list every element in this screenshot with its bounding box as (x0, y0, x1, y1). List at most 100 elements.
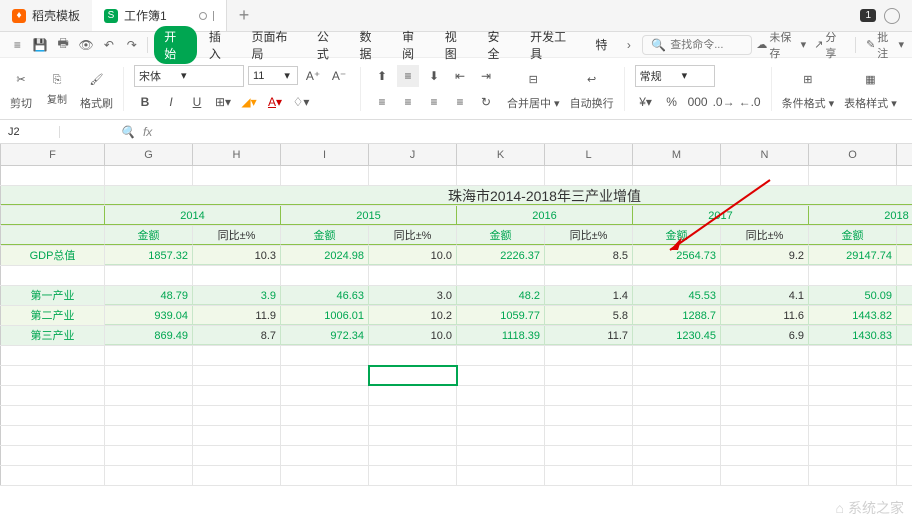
table-style-group[interactable]: ▦ 表格样式 ▾ (844, 67, 897, 111)
col-header-F[interactable]: F (1, 144, 105, 165)
font-size-select[interactable]: 11▾ (248, 66, 298, 85)
cond-format-group[interactable]: ⊞ 条件格式 ▾ (782, 67, 835, 111)
data-cell[interactable]: 50.09 (809, 286, 897, 305)
data-cell[interactable]: 1430.83 (809, 326, 897, 345)
new-tab-button[interactable]: + (227, 5, 262, 26)
highlight-button[interactable]: ♢▾ (290, 91, 312, 113)
align-right-icon[interactable]: ≡ (423, 91, 445, 113)
menu-insert[interactable]: 插入 (201, 26, 240, 64)
data-cell[interactable]: 0.3 (897, 286, 912, 305)
annotate-button[interactable]: ✎批注▾ (866, 29, 904, 61)
number-format-select[interactable]: 常规▾ (635, 65, 715, 87)
col-header-N[interactable]: N (721, 144, 809, 165)
fill-color-button[interactable]: ◢▾ (238, 91, 260, 113)
col-header-G[interactable]: G (105, 144, 193, 165)
cell-reference-box[interactable]: J2 (0, 126, 60, 138)
format-painter-group[interactable]: 🖌 格式刷 (80, 67, 113, 111)
data-cell[interactable]: 1006.01 (281, 306, 369, 325)
col-header-J[interactable]: J (369, 144, 457, 165)
selected-cell[interactable] (369, 366, 457, 385)
menu-formula[interactable]: 公式 (309, 26, 348, 64)
data-cell[interactable]: 10.2 (369, 306, 457, 325)
data-cell[interactable]: 5.8 (545, 306, 633, 325)
save-icon[interactable]: 💾 (31, 35, 50, 55)
indent-decrease-icon[interactable]: ⇤ (449, 65, 471, 87)
border-button[interactable]: ⊞▾ (212, 91, 234, 113)
print-icon[interactable]: 🖶 (54, 35, 73, 55)
data-cell[interactable]: 8.5 (545, 246, 633, 265)
data-cell[interactable]: 48.79 (105, 286, 193, 305)
align-bottom-icon[interactable]: ⬇ (423, 65, 445, 87)
decimal-increase-icon[interactable]: .0→ (713, 91, 735, 113)
notification-badge[interactable]: 1 (860, 9, 876, 22)
font-increase-icon[interactable]: A⁺ (302, 65, 324, 87)
cut-group[interactable]: ✂ 剪切 (8, 67, 34, 111)
data-grid[interactable]: 珠海市2014-2018年三产业增值20142015201620172018金额… (0, 166, 912, 486)
col-header-H[interactable]: H (193, 144, 281, 165)
undo-icon[interactable]: ↶ (100, 35, 119, 55)
data-cell[interactable]: 4.1 (721, 286, 809, 305)
data-cell[interactable]: 3.0 (369, 286, 457, 305)
data-cell[interactable]: 29147.74 (809, 246, 897, 265)
font-name-select[interactable]: 宋体▾ (134, 65, 244, 87)
copy-group[interactable]: ⎘ 复制 (44, 71, 70, 106)
data-cell[interactable]: 3.9 (193, 286, 281, 305)
underline-button[interactable]: U (186, 91, 208, 113)
data-cell[interactable]: 972.34 (281, 326, 369, 345)
font-color-button[interactable]: A▾ (264, 91, 286, 113)
align-left-icon[interactable]: ≡ (371, 91, 393, 113)
data-cell[interactable]: 45.53 (633, 286, 721, 305)
menu-start[interactable]: 开始 (154, 26, 197, 64)
search-input[interactable] (670, 39, 740, 51)
data-cell[interactable] (281, 266, 369, 285)
data-cell[interactable]: 1118.39 (457, 326, 545, 345)
data-cell[interactable]: 6.9 (721, 326, 809, 345)
data-cell[interactable]: 1059.77 (457, 306, 545, 325)
data-cell[interactable]: 46.63 (281, 286, 369, 305)
data-cell[interactable]: 10.3 (193, 246, 281, 265)
data-cell[interactable] (897, 266, 912, 285)
col-header-K[interactable]: K (457, 144, 545, 165)
unsaved-status[interactable]: ☁未保存▾ (756, 29, 806, 61)
data-cell[interactable]: 48.2 (457, 286, 545, 305)
col-header-L[interactable]: L (545, 144, 633, 165)
menu-data[interactable]: 数据 (351, 26, 390, 64)
data-cell[interactable]: 10.0 (369, 246, 457, 265)
decimal-decrease-icon[interactable]: ←.0 (739, 91, 761, 113)
data-cell[interactable]: 3.5 (897, 326, 912, 345)
chevron-right-icon[interactable]: › (619, 35, 638, 55)
menu-more[interactable]: 特 (587, 34, 615, 55)
redo-icon[interactable]: ↷ (122, 35, 141, 55)
percent-icon[interactable]: % (661, 91, 683, 113)
currency-icon[interactable]: ¥▾ (635, 91, 657, 113)
data-cell[interactable]: 11.9 (193, 306, 281, 325)
data-cell[interactable]: 1.4 (545, 286, 633, 305)
tab-templates[interactable]: ♦ 稻壳模板 (0, 0, 92, 31)
data-cell[interactable]: 1857.32 (105, 246, 193, 265)
data-cell[interactable]: 10.0 (369, 326, 457, 345)
menu-security[interactable]: 安全 (479, 26, 518, 64)
data-cell[interactable] (633, 266, 721, 285)
col-header-O[interactable]: O (809, 144, 897, 165)
data-cell[interactable]: 2024.98 (281, 246, 369, 265)
data-cell[interactable]: 9.2 (721, 246, 809, 265)
data-cell[interactable] (193, 266, 281, 285)
merge-center-group[interactable]: ⊟ 合并居中 ▾ (507, 67, 560, 111)
data-cell[interactable] (721, 266, 809, 285)
data-cell[interactable]: 2226.37 (457, 246, 545, 265)
menu-review[interactable]: 审阅 (394, 26, 433, 64)
data-cell[interactable] (369, 266, 457, 285)
col-header-M[interactable]: M (633, 144, 721, 165)
rotate-text-icon[interactable]: ↻ (475, 91, 497, 113)
align-justify-icon[interactable]: ≡ (449, 91, 471, 113)
data-cell[interactable]: 869.49 (105, 326, 193, 345)
data-cell[interactable] (457, 266, 545, 285)
data-cell[interactable]: 1288.7 (633, 306, 721, 325)
menu-page-layout[interactable]: 页面布局 (244, 26, 305, 64)
data-cell[interactable]: 11.7 (545, 326, 633, 345)
align-middle-icon[interactable]: ≡ (397, 65, 419, 87)
col-header-P[interactable]: P (897, 144, 912, 165)
auto-wrap-group[interactable]: ↩ 自动换行 (570, 67, 614, 111)
command-search[interactable]: 🔍 (642, 35, 752, 55)
share-button[interactable]: ↗分享 (814, 29, 845, 61)
